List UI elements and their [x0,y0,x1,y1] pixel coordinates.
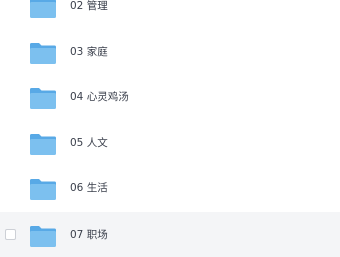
folder-icon [29,178,57,201]
folder-icon [29,133,57,156]
folder-row-03[interactable]: 03 家庭 [0,29,340,74]
folder-name[interactable]: 07 职场 [70,227,108,243]
folder-row-04[interactable]: 04 心灵鸡汤 [0,74,340,119]
folder-row-02[interactable]: 02 管理 [0,0,340,28]
folder-row-05[interactable]: 05 人文 [0,120,340,165]
folder-row-06[interactable]: 06 生活 [0,165,340,210]
folder-row-07[interactable]: 07 职场 [0,212,340,257]
folder-name[interactable]: 04 心灵鸡汤 [70,89,129,105]
folder-icon [29,87,57,110]
folder-icon [29,42,57,65]
folder-icon [29,225,57,248]
row-checkbox[interactable] [5,228,16,240]
folder-name[interactable]: 03 家庭 [70,44,108,60]
folder-name[interactable]: 06 生活 [70,180,108,196]
file-list: 02 管理 03 家庭 04 心灵鸡汤 05 人文 06 生活 07 职场 [0,0,340,257]
folder-icon [29,0,57,19]
folder-name[interactable]: 02 管理 [70,0,108,14]
folder-name[interactable]: 05 人文 [70,135,108,151]
